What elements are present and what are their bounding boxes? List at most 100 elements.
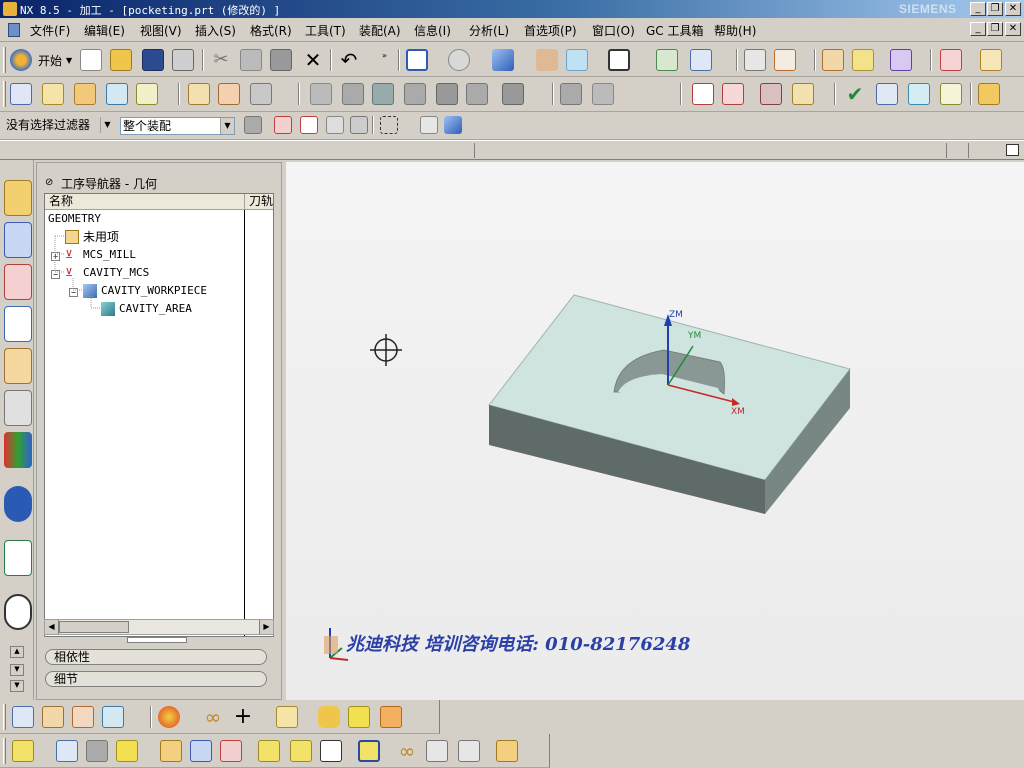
geometry-nav-icon[interactable] — [72, 706, 94, 728]
minimize-button[interactable]: _ — [970, 2, 986, 16]
chevron-down-icon[interactable]: ▼ — [100, 117, 114, 133]
verify-icon[interactable] — [852, 49, 874, 71]
shaded-view-icon[interactable] — [492, 49, 514, 71]
constraint-navigator-tab[interactable] — [4, 222, 32, 258]
delete-path-icon[interactable] — [436, 83, 458, 105]
replay-icon[interactable] — [342, 83, 364, 105]
snap-midpoint-icon[interactable] — [326, 116, 344, 134]
simulate-icon[interactable] — [760, 83, 782, 105]
ipw-icon[interactable] — [380, 706, 402, 728]
output-cls-icon[interactable] — [592, 83, 614, 105]
create-geometry-icon[interactable] — [74, 83, 96, 105]
pattern-icon[interactable] — [160, 740, 182, 762]
menu-format[interactable]: 格式(R) — [250, 22, 292, 39]
workpiece-model[interactable] — [488, 294, 851, 514]
start-icon[interactable] — [10, 49, 32, 71]
output-icon[interactable] — [560, 83, 582, 105]
selection-filter-dropdown[interactable]: 没有选择过滤器 ▼ — [4, 117, 114, 135]
menu-window[interactable]: 窗口(O) — [592, 22, 635, 39]
transform-view-icon[interactable] — [56, 740, 78, 762]
snap-curve-icon[interactable] — [350, 116, 368, 134]
details-section[interactable]: 细节 — [45, 671, 267, 687]
wcs-icon[interactable] — [656, 49, 678, 71]
machine-navigator-tab[interactable] — [4, 348, 32, 384]
machine-tool-view-icon[interactable] — [218, 83, 240, 105]
part-navigator-tab[interactable] — [4, 264, 32, 300]
split-icon[interactable] — [466, 83, 488, 105]
delete-icon[interactable]: ✕ — [302, 49, 324, 71]
geometry-view-icon[interactable] — [250, 83, 272, 105]
eraser-icon[interactable] — [420, 116, 438, 134]
part-cube-icon[interactable] — [348, 706, 370, 728]
zoom-icon[interactable] — [448, 49, 470, 71]
object-info-icon[interactable] — [908, 83, 930, 105]
hidden-icon[interactable] — [86, 740, 108, 762]
doc-minimize-button[interactable]: _ — [970, 22, 986, 36]
program-order-view-icon[interactable] — [188, 83, 210, 105]
column-header-toolpath[interactable]: 刀轨 — [245, 194, 273, 210]
sketch-icon[interactable] — [358, 740, 380, 762]
menu-insert[interactable]: 插入(S) — [195, 22, 236, 39]
box-icon[interactable] — [496, 740, 518, 762]
shop-doc-icon[interactable] — [722, 83, 744, 105]
connect-icon[interactable] — [290, 740, 312, 762]
print-icon[interactable] — [172, 49, 194, 71]
model-canvas[interactable]: ZM YM XM 兆迪科技 培训咨询电话: 010-82176248 — [286, 162, 1024, 700]
new-feature-icon[interactable] — [116, 740, 138, 762]
web-browser-tab[interactable] — [4, 540, 32, 576]
rectangle-select-icon[interactable] — [380, 116, 398, 134]
fullscreen-icon[interactable] — [1006, 144, 1019, 156]
history-tab[interactable] — [4, 594, 32, 630]
save-icon[interactable] — [142, 49, 164, 71]
menu-tools[interactable]: 工具(T) — [305, 22, 346, 39]
frame-icon[interactable] — [608, 49, 630, 71]
assign-icon[interactable] — [12, 740, 34, 762]
program-view-icon[interactable] — [12, 706, 34, 728]
scroll-left-icon[interactable]: ◀ — [45, 620, 59, 634]
measure-distance-icon[interactable] — [426, 740, 448, 762]
horizontal-scrollbar[interactable]: ◀ ▶ — [44, 619, 274, 635]
assembly-navigator-tab[interactable] — [4, 180, 32, 216]
align-icon[interactable] — [220, 740, 242, 762]
doc-restore-button[interactable]: ❐ — [987, 22, 1003, 36]
table-icon[interactable] — [940, 83, 962, 105]
scroll-up-icon[interactable]: ▲ — [10, 646, 24, 658]
background-icon[interactable] — [566, 49, 588, 71]
ruler-icon[interactable] — [980, 49, 1002, 71]
snap-point-icon[interactable] — [274, 116, 292, 134]
feature-icon[interactable] — [792, 83, 814, 105]
check-icon[interactable]: ✔ — [844, 83, 866, 105]
dependencies-section[interactable]: 相依性 — [45, 649, 267, 665]
workshop-doc-icon[interactable] — [692, 83, 714, 105]
selection-scope-dropdown[interactable]: 整个装配 ▼ — [120, 117, 235, 135]
undo-icon[interactable]: ↶ — [338, 49, 360, 71]
post-process-icon[interactable] — [890, 49, 912, 71]
cut-icon[interactable]: ✂ — [210, 49, 232, 71]
layer-icon[interactable] — [744, 49, 766, 71]
path-direction-icon[interactable] — [276, 706, 298, 728]
info-tab[interactable] — [4, 486, 32, 522]
edit-path-icon[interactable] — [404, 83, 426, 105]
method-view-icon[interactable] — [102, 706, 124, 728]
doc-close-button[interactable]: ✕ — [1005, 22, 1021, 36]
coordinate-icon[interactable] — [774, 49, 796, 71]
open-folder-icon[interactable] — [110, 49, 132, 71]
snap-endpoint-icon[interactable] — [300, 116, 318, 134]
snap-grid-icon[interactable] — [320, 740, 342, 762]
copy-icon[interactable] — [240, 49, 262, 71]
tool-view-icon[interactable] — [42, 706, 64, 728]
display-mode-icon[interactable] — [536, 49, 558, 71]
restore-button[interactable]: ❐ — [987, 2, 1003, 16]
menu-file[interactable]: 文件(F) — [30, 22, 70, 39]
object-icon[interactable] — [876, 83, 898, 105]
generate-icon[interactable] — [310, 83, 332, 105]
paste-icon[interactable] — [270, 49, 292, 71]
roles-tab[interactable] — [4, 432, 32, 468]
menu-preferences[interactable]: 首选项(P) — [524, 22, 577, 39]
menu-gc-toolbox[interactable]: GC 工具箱 — [646, 22, 704, 39]
measure-icon[interactable] — [940, 49, 962, 71]
scroll-down-icon[interactable]: ▼ — [10, 664, 24, 676]
chevron-down-icon[interactable]: ▼ — [220, 118, 234, 134]
tool-path-icon[interactable] — [822, 49, 844, 71]
create-tool-icon[interactable] — [42, 83, 64, 105]
